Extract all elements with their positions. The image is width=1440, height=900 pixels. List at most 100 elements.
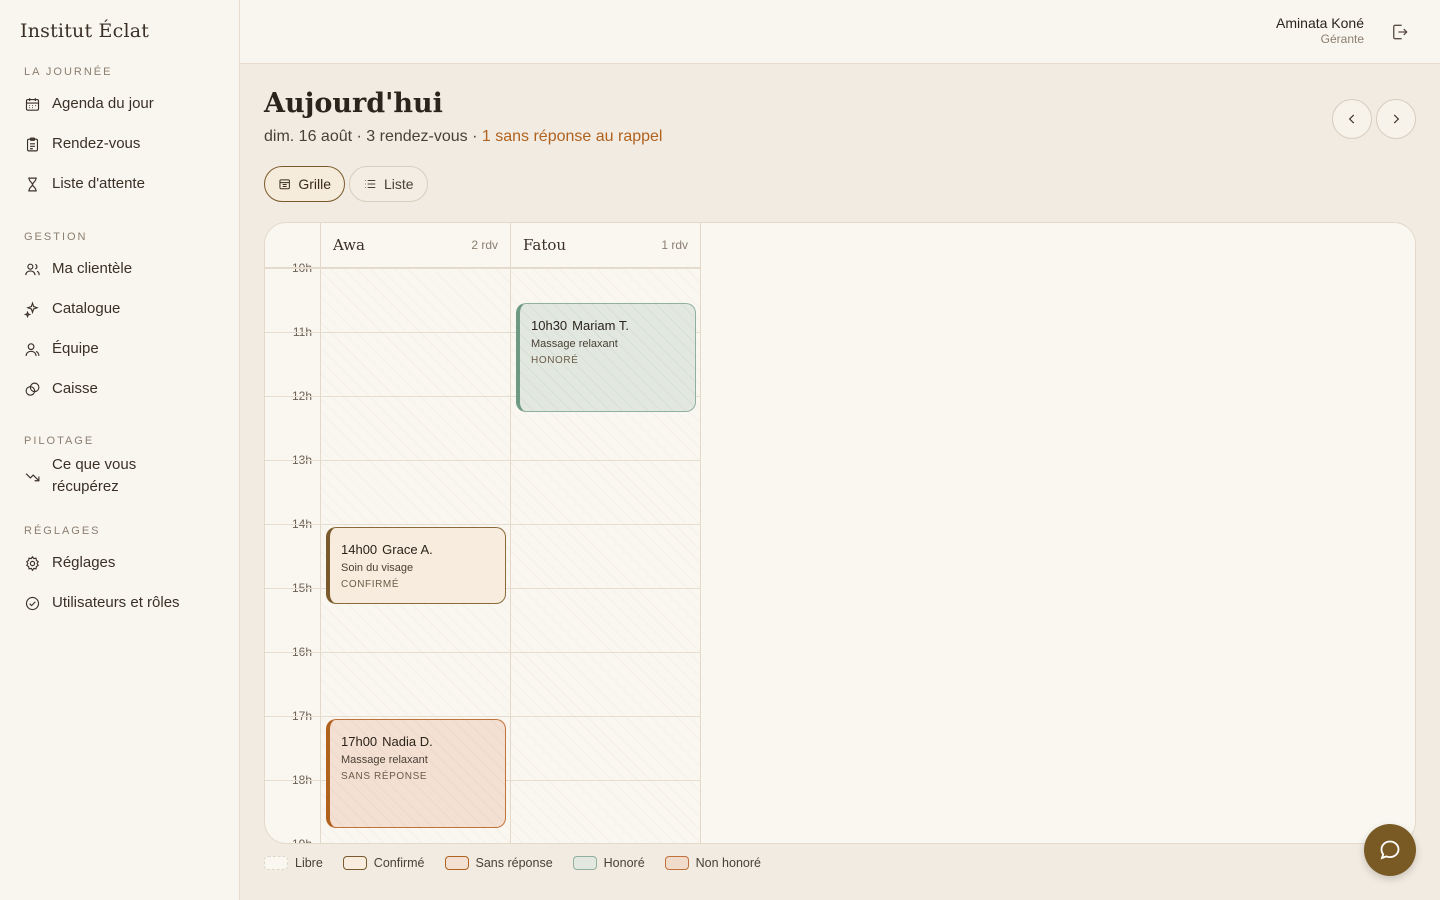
time-header bbox=[265, 223, 321, 268]
appointment-client: Nadia D. bbox=[382, 734, 433, 749]
time-column: 10h 11h 12h 13h 14h 15h 16h 17h 18h 19h bbox=[265, 223, 321, 844]
view-grid-button[interactable]: Grille bbox=[264, 166, 345, 202]
appointment-card[interactable]: 10h30 Mariam T. Massage relaxant HONORÉ bbox=[516, 303, 696, 412]
prev-day-button[interactable] bbox=[1332, 99, 1372, 139]
legend-free: Libre bbox=[264, 856, 323, 870]
appointment-service: Massage relaxant bbox=[531, 338, 618, 350]
appointment-card[interactable]: 14h00 Grace A. Soin du visage CONFIRMÉ bbox=[326, 527, 506, 604]
logout-icon[interactable] bbox=[1390, 22, 1410, 42]
appointment-status: CONFIRMÉ bbox=[341, 579, 400, 590]
user-info: Aminata Koné Gérante bbox=[1276, 15, 1364, 46]
calendar-grid: 10h 11h 12h 13h 14h 15h 16h 17h 18h 19h Awa 2 rdv… bbox=[264, 222, 1416, 844]
page-subtitle: dim. 16 août · 3 rendez-vous · 1 sans ré… bbox=[264, 128, 662, 146]
hour-line bbox=[265, 716, 701, 717]
legend-swatch bbox=[264, 856, 288, 870]
legend-swatch bbox=[444, 856, 469, 870]
legend-confirmed: Confirmé bbox=[342, 856, 425, 870]
appointment-time: 17h00 bbox=[341, 734, 378, 749]
clipboard-icon bbox=[26, 137, 39, 151]
trend-down-icon bbox=[25, 472, 40, 481]
appointment-title: 14h00 Grace A. bbox=[341, 542, 495, 557]
staff-header-awa: Awa 2 rdv bbox=[321, 223, 511, 268]
topbar: Aminata Koné Gérante bbox=[240, 0, 1440, 64]
chat-button[interactable] bbox=[1364, 824, 1416, 876]
legend-label: Non honoré bbox=[695, 856, 761, 870]
user-name: Aminata Koné bbox=[1276, 15, 1364, 31]
staff-count: 1 rdv bbox=[661, 238, 688, 252]
chevron-right-icon bbox=[1393, 114, 1400, 124]
sidebar-item-liste-attente[interactable]: Liste d'attente bbox=[24, 173, 145, 195]
sidebar-item-equipe[interactable]: Équipe bbox=[24, 338, 99, 360]
staff-count: 2 rdv bbox=[471, 238, 498, 252]
view-list-button[interactable]: Liste bbox=[349, 166, 428, 202]
staff-name: Fatou bbox=[523, 236, 567, 254]
sidebar-item-label: Caisse bbox=[52, 380, 98, 397]
gear-icon bbox=[25, 555, 40, 571]
staff-header-fatou: Fatou 1 rdv bbox=[511, 223, 701, 268]
staff-name: Awa bbox=[333, 236, 365, 254]
sidebar-item-label: Équipe bbox=[52, 340, 99, 357]
team-icon bbox=[25, 342, 40, 356]
hour-line bbox=[265, 652, 701, 653]
section-title-pilotage: PILOTAGE bbox=[24, 435, 95, 447]
appointment-status: SANS RÉPONSE bbox=[341, 771, 428, 782]
user-role: Gérante bbox=[1320, 32, 1364, 46]
hourglass-icon bbox=[28, 177, 37, 191]
sidebar-item-label: Ce que vous récupérez bbox=[52, 456, 137, 495]
legend-honored: Honoré bbox=[572, 856, 645, 870]
sidebar-item-clientele[interactable]: Ma clientèle bbox=[24, 258, 132, 280]
sidebar: Institut Éclat LA JOURNÉE Agenda du jour… bbox=[0, 0, 240, 900]
appointment-service: Massage relaxant bbox=[341, 754, 428, 766]
legend-label: Confirmé bbox=[373, 856, 425, 870]
legend-label: Sans réponse bbox=[475, 856, 553, 870]
legend: Libre Confirmé Sans réponse Honoré Non h… bbox=[264, 856, 761, 870]
appointment-card[interactable]: 17h00 Nadia D. Massage relaxant SANS RÉPONS… bbox=[326, 719, 506, 828]
appointment-client: Mariam T. bbox=[572, 318, 629, 333]
sidebar-item-label: Ma clientèle bbox=[52, 260, 133, 277]
page-title: Aujourd'hui bbox=[264, 88, 443, 119]
sidebar-item-label: Utilisateurs et rôles bbox=[52, 594, 180, 611]
sidebar-item-recuperez[interactable]: Ce que vous récupérez bbox=[24, 454, 204, 498]
appointment-client: Grace A. bbox=[382, 542, 433, 557]
sidebar-item-catalogue[interactable]: Catalogue bbox=[24, 298, 120, 320]
section-title-gestion: GESTION bbox=[24, 231, 88, 243]
legend-label: Libre bbox=[295, 856, 323, 870]
appointment-service: Soin du visage bbox=[341, 562, 414, 574]
check-circle-icon bbox=[25, 596, 40, 610]
legend-swatch bbox=[342, 856, 367, 870]
hour-line bbox=[265, 524, 701, 525]
sidebar-item-utilisateurs[interactable]: Utilisateurs et rôles bbox=[24, 592, 180, 614]
sidebar-item-agenda[interactable]: Agenda du jour bbox=[24, 93, 154, 115]
legend-noresp: Sans réponse bbox=[444, 856, 553, 870]
hour-line bbox=[265, 460, 701, 461]
calendar-icon bbox=[25, 97, 40, 111]
list-icon bbox=[365, 179, 376, 189]
sidebar-item-rendez-vous[interactable]: Rendez-vous bbox=[24, 133, 140, 155]
view-list-label: Liste bbox=[384, 176, 414, 192]
legend-label: Honoré bbox=[603, 856, 645, 870]
section-title-journee: LA JOURNÉE bbox=[24, 66, 113, 78]
sidebar-item-label: Réglages bbox=[52, 554, 116, 571]
chat-bubble-icon bbox=[1380, 840, 1400, 860]
legend-nohonored: Non honoré bbox=[664, 856, 761, 870]
subtitle-warning[interactable]: 1 sans réponse au rappel bbox=[482, 128, 663, 145]
sidebar-item-reglages[interactable]: Réglages bbox=[24, 552, 115, 574]
sidebar-item-label: Liste d'attente bbox=[52, 175, 145, 192]
view-grid-label: Grille bbox=[298, 176, 331, 192]
sidebar-item-label: Agenda du jour bbox=[52, 95, 154, 112]
coins-icon bbox=[25, 382, 40, 396]
appointment-status: HONORÉ bbox=[531, 355, 579, 366]
hour-line bbox=[265, 268, 701, 269]
next-day-button[interactable] bbox=[1376, 99, 1416, 139]
grid-calendar-icon bbox=[279, 179, 290, 190]
brand-name: Institut Éclat bbox=[20, 20, 150, 42]
legend-swatch bbox=[572, 856, 597, 870]
sidebar-item-caisse[interactable]: Caisse bbox=[24, 378, 98, 400]
appointment-time: 10h30 bbox=[531, 318, 568, 333]
appointment-time: 14h00 bbox=[341, 542, 378, 557]
chevron-left-icon bbox=[1348, 114, 1355, 124]
appointment-title: 10h30 Mariam T. bbox=[531, 318, 685, 333]
hour-label: 19h bbox=[291, 837, 312, 844]
appointment-title: 17h00 Nadia D. bbox=[341, 734, 495, 749]
subtitle-summary: dim. 16 août · 3 rendez-vous · bbox=[264, 128, 482, 145]
